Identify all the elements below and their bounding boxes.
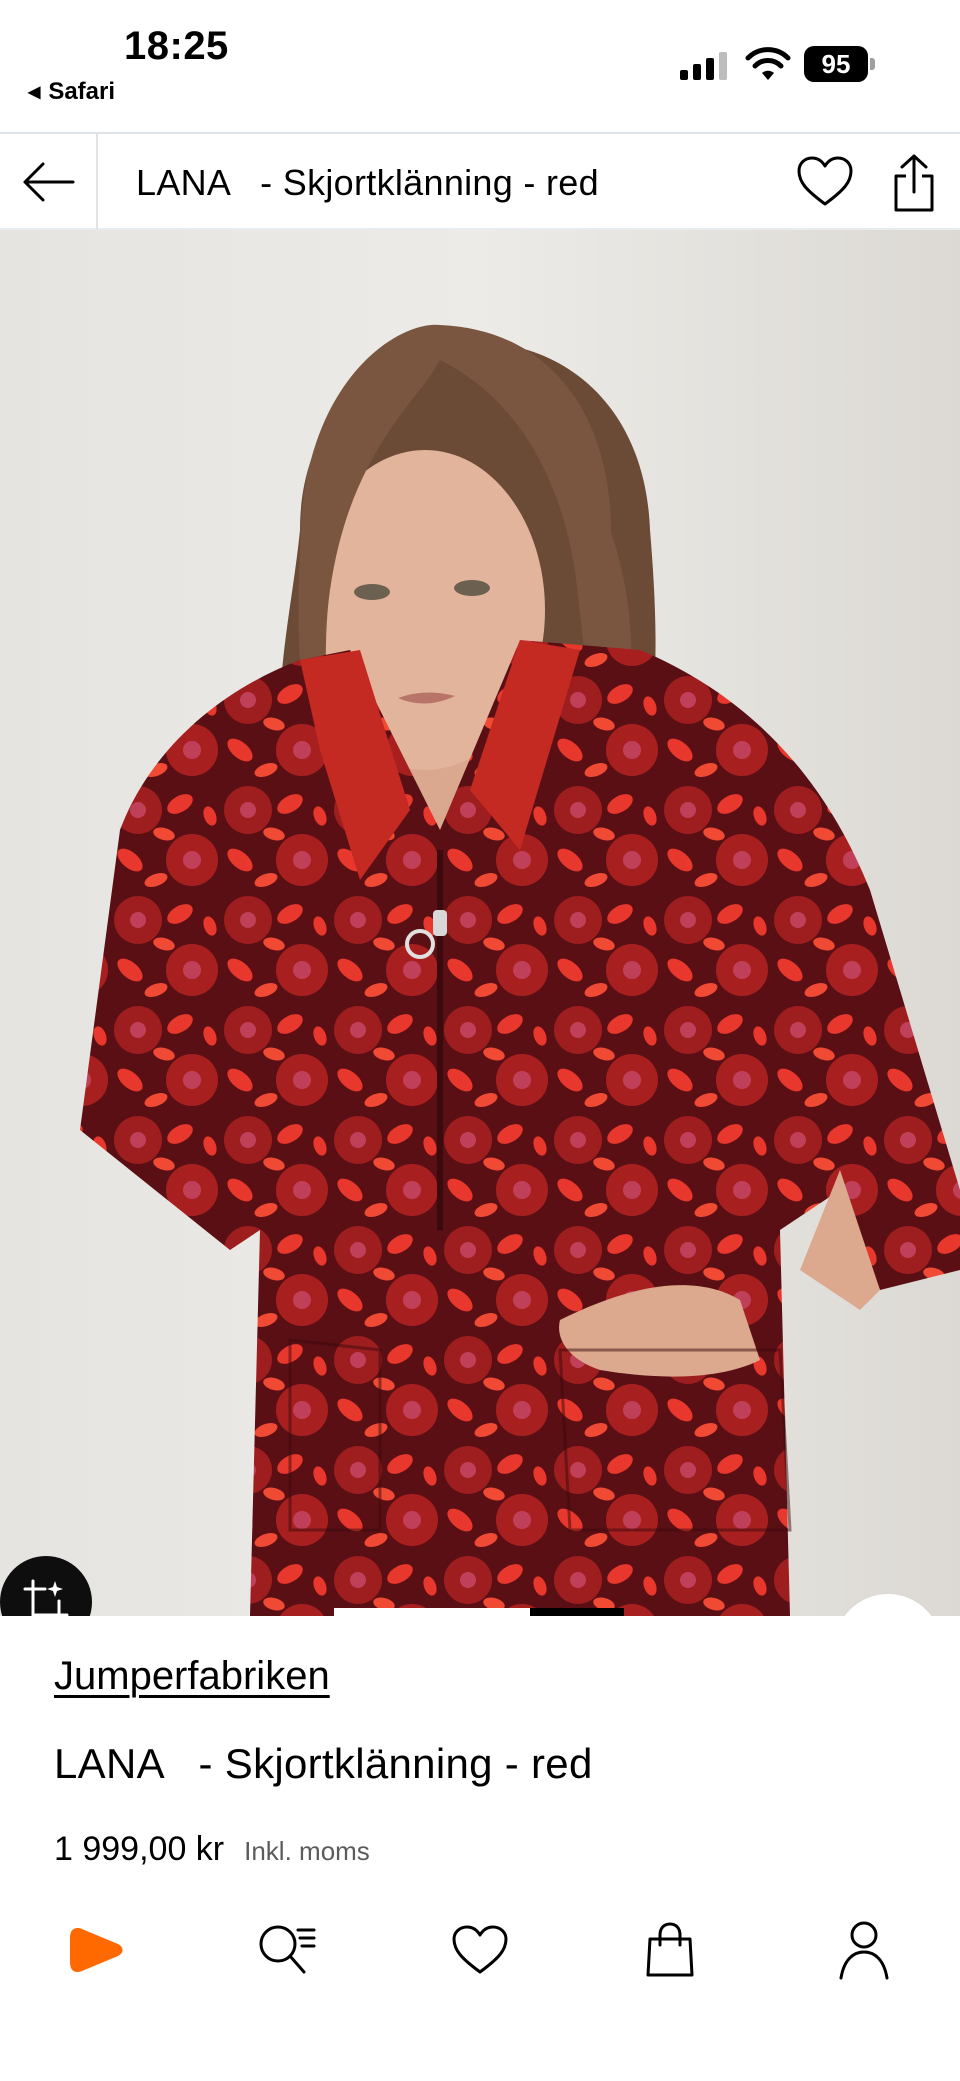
price-row: 1 999,00 kr Inkl. moms — [54, 1830, 370, 1869]
home-play-icon — [70, 1928, 123, 1972]
back-app-label: Safari — [48, 78, 116, 105]
product-header: LANA - Skjortklänning - red — [0, 132, 960, 230]
image-pager-active — [530, 1608, 624, 1616]
cellular-signal-icon — [680, 50, 727, 80]
battery-level: 95 — [804, 46, 868, 82]
header-title: LANA - Skjortklänning - red — [136, 162, 599, 203]
nav-bag[interactable] — [638, 1918, 702, 1982]
product-image[interactable] — [0, 230, 960, 1616]
nav-profile[interactable] — [832, 1918, 896, 1982]
share-icon[interactable] — [890, 152, 938, 214]
image-pager-track — [334, 1608, 534, 1616]
nav-home[interactable] — [64, 1918, 128, 1982]
nav-wishlist[interactable] — [448, 1918, 512, 1982]
back-to-app-link[interactable]: ◀ Safari — [28, 78, 115, 106]
status-time: 18:25 — [124, 24, 229, 68]
vat-note: Inkl. moms — [244, 1836, 370, 1866]
product-photo — [0, 230, 960, 1616]
heart-icon — [452, 1925, 508, 1974]
bottom-nav — [0, 1898, 960, 2008]
product-name: LANA - Skjortklänning - red — [54, 1740, 593, 1787]
ai-crop-icon — [23, 1579, 69, 1616]
wifi-icon — [745, 47, 791, 80]
back-button[interactable] — [0, 134, 98, 230]
brand-link[interactable]: Jumperfabriken — [54, 1654, 330, 1699]
nav-search[interactable] — [254, 1918, 318, 1982]
person-icon — [839, 1921, 889, 1980]
battery-indicator: 95 — [804, 46, 876, 82]
heart-icon[interactable] — [796, 154, 854, 210]
shopping-bag-icon — [646, 1922, 694, 1977]
back-triangle-icon: ◀ — [28, 84, 41, 101]
page: 18:25 ◀ Safari 95 LANA - Skjortklänning … — [0, 0, 960, 2081]
arrow-left-icon — [23, 162, 75, 202]
status-bar: 18:25 ◀ Safari 95 — [0, 0, 960, 132]
search-list-icon — [259, 1925, 316, 1974]
price: 1 999,00 kr — [54, 1830, 225, 1868]
